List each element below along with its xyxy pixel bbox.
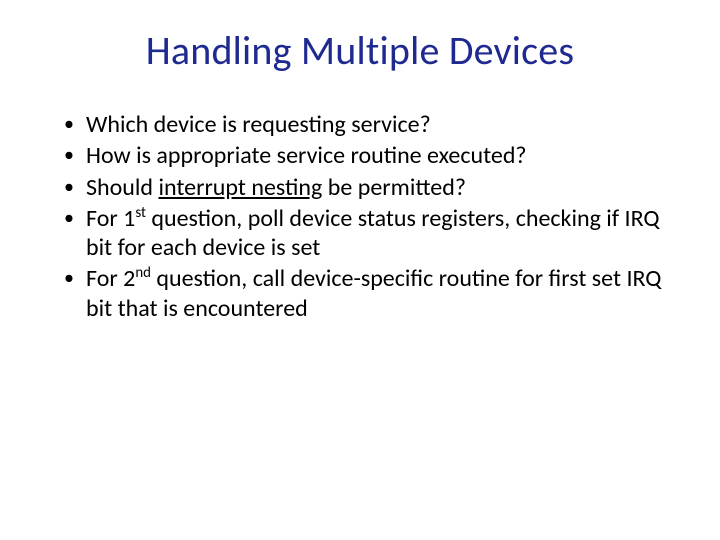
bullet-text: question, call device-specific routine f… — [86, 264, 661, 322]
bullet-text: For 1 — [86, 204, 135, 233]
list-item: Should interrupt nesting be permitted? — [64, 173, 676, 202]
bullet-text: be permitted? — [322, 173, 466, 202]
superscript: st — [135, 203, 146, 221]
bullet-text: Should — [86, 173, 158, 202]
underlined-text: interrupt nesting — [158, 173, 322, 202]
bullet-text: question, poll device status registers, … — [86, 204, 660, 262]
list-item: How is appropriate service routine execu… — [64, 141, 676, 170]
bullet-text: Which device is requesting service? — [86, 110, 431, 139]
bullet-text: For 2 — [86, 264, 135, 293]
bullet-list: Which device is requesting service? How … — [40, 110, 680, 323]
slide: Handling Multiple Devices Which device i… — [0, 0, 720, 540]
list-item: For 1st question, poll device status reg… — [64, 204, 676, 263]
list-item: Which device is requesting service? — [64, 110, 676, 139]
slide-title: Handling Multiple Devices — [40, 28, 680, 74]
list-item: For 2nd question, call device-specific r… — [64, 264, 676, 323]
superscript: nd — [135, 263, 151, 281]
bullet-text: How is appropriate service routine execu… — [86, 141, 527, 170]
